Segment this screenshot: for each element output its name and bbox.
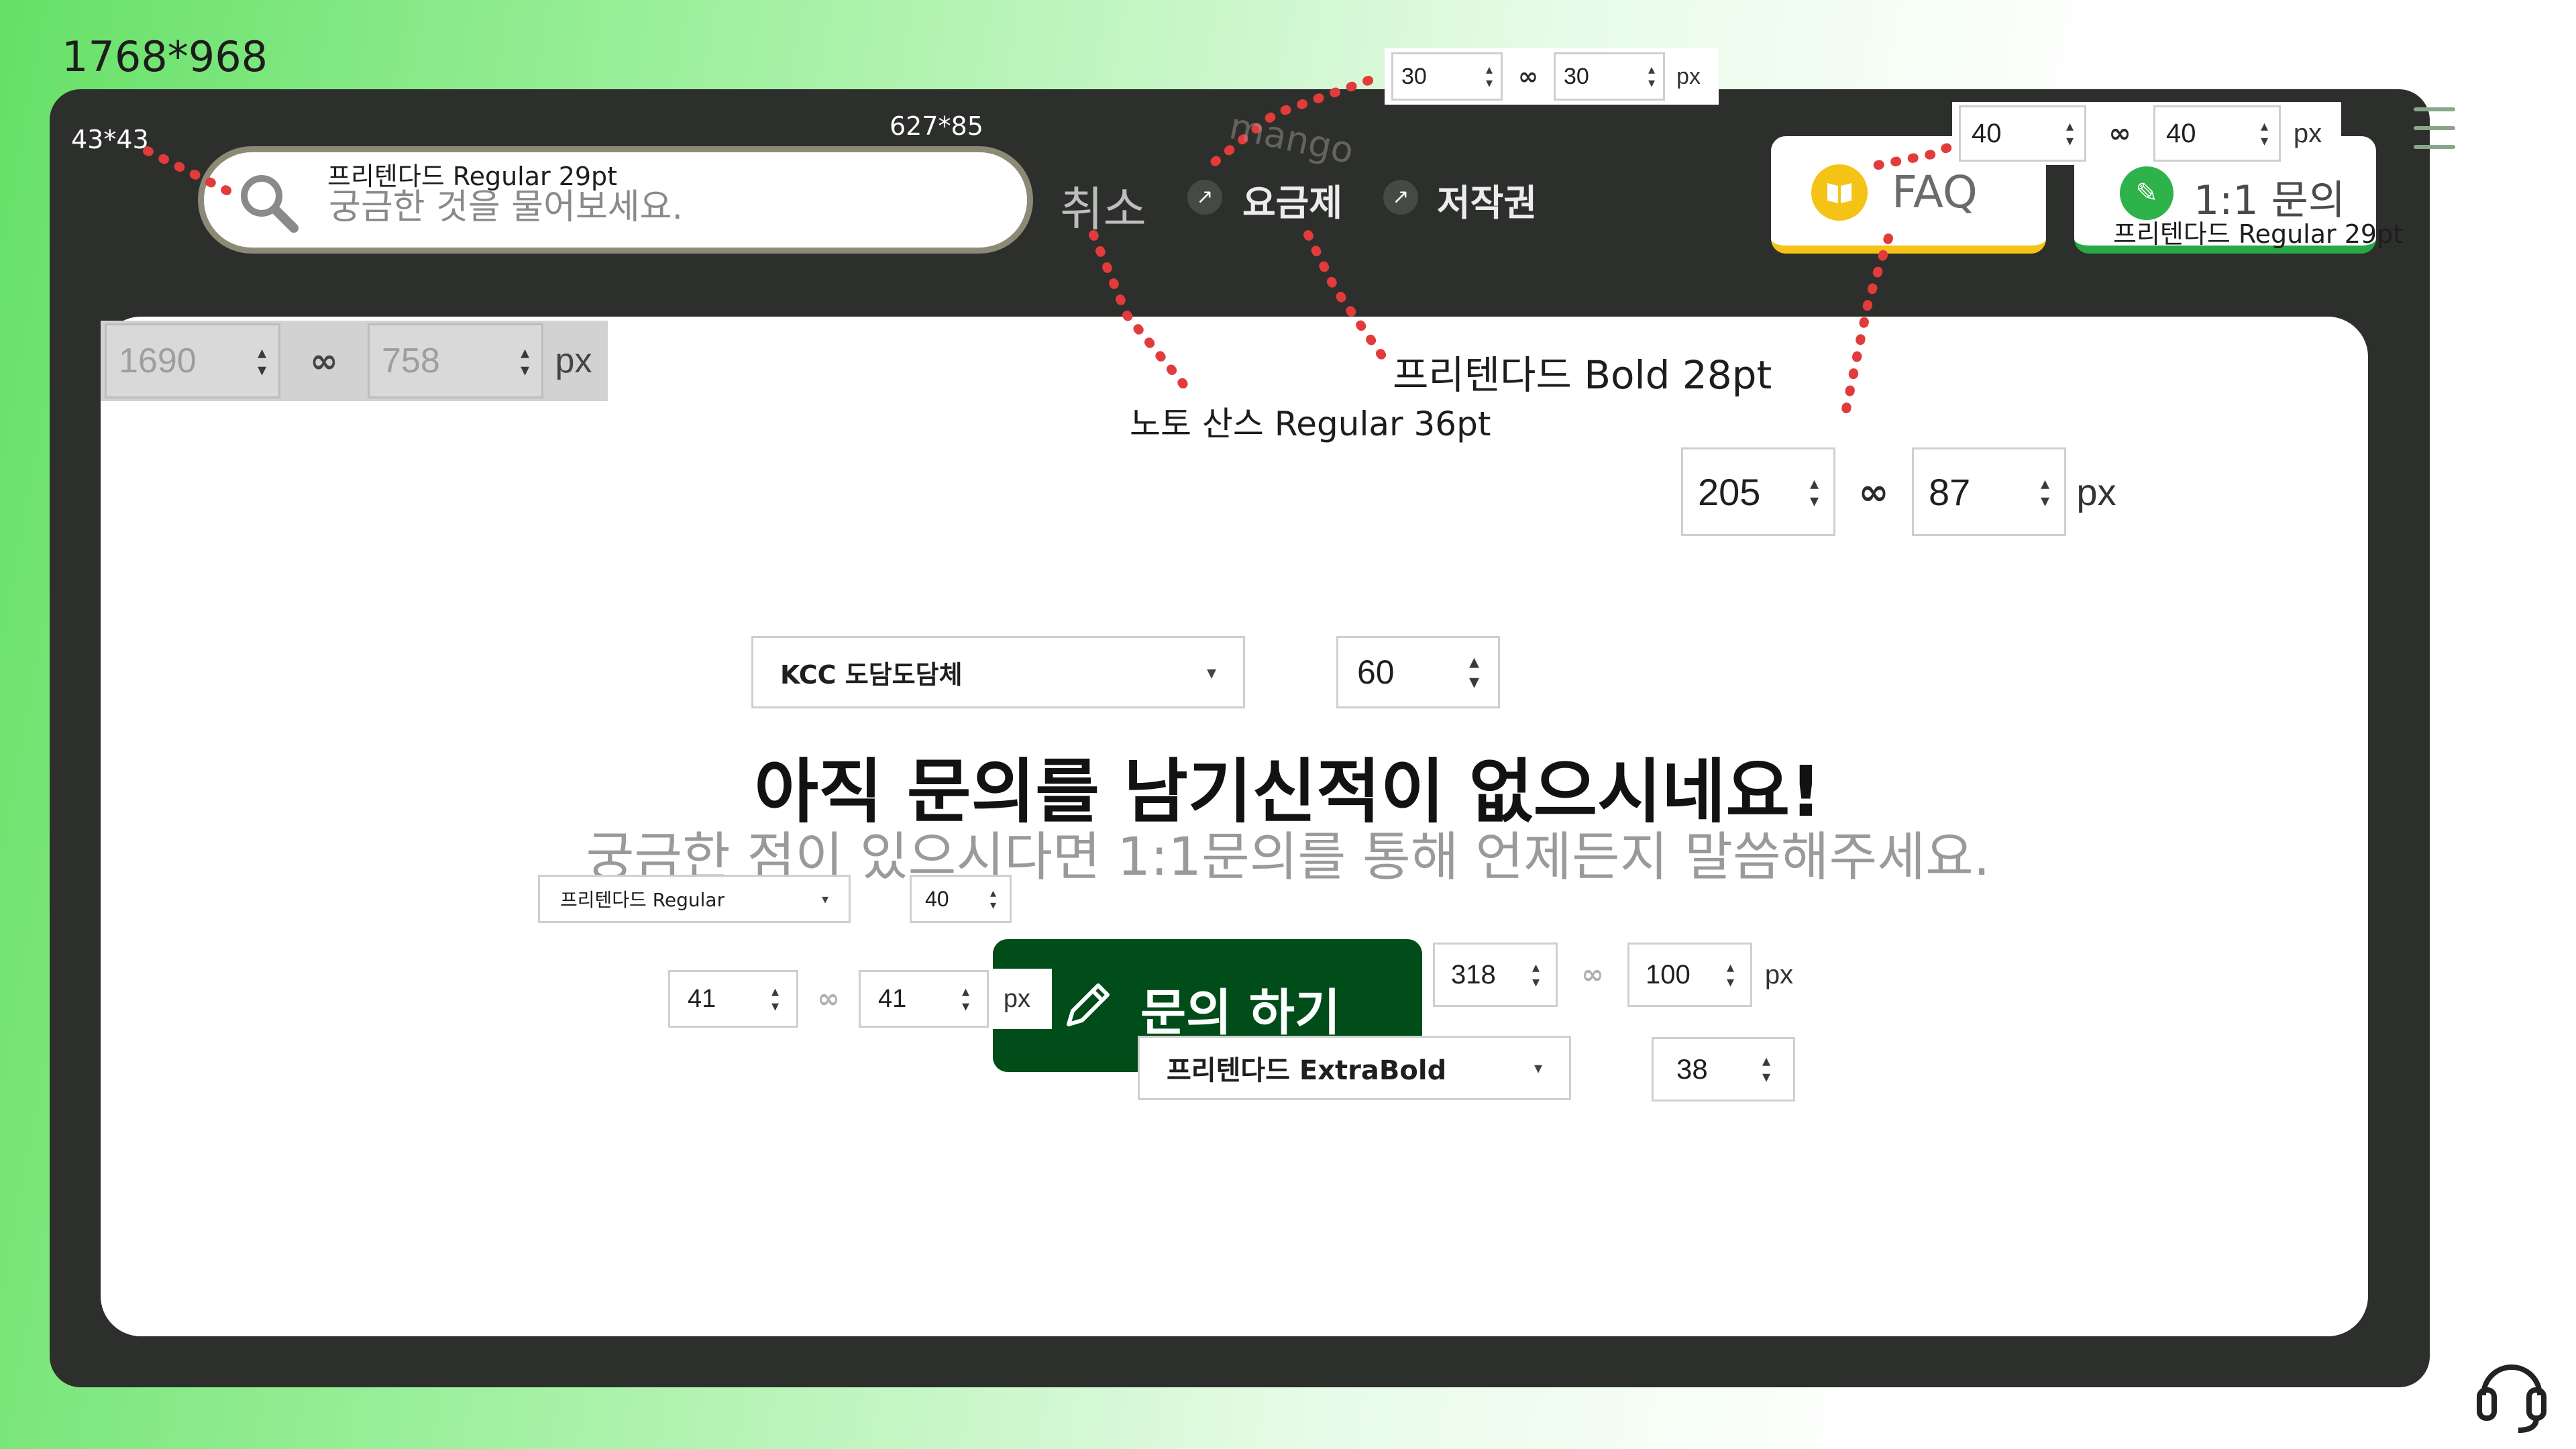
chevron-down-icon: ▾: [1534, 1059, 1542, 1077]
width-spinner[interactable]: 1690 ▴ ▾: [105, 323, 280, 398]
link-icon[interactable]: ∞: [1835, 471, 1912, 513]
height-spinner[interactable]: 41 ▴ ▾: [859, 970, 989, 1028]
link-icon[interactable]: ∞: [2086, 118, 2153, 149]
nav-bold-font-label: 프리텐다드 Bold 28pt: [1393, 352, 1772, 398]
button-font-dropdown[interactable]: 프리텐다드 ExtraBold ▾: [1138, 1036, 1571, 1100]
width-spinner[interactable]: 30 ▴ ▾: [1391, 52, 1503, 101]
link-icon[interactable]: ∞: [798, 983, 859, 1014]
width-spinner[interactable]: 205 ▴ ▾: [1681, 447, 1835, 536]
width-spinner[interactable]: 40 ▴ ▾: [1959, 105, 2086, 162]
height-spinner[interactable]: 87 ▴ ▾: [1912, 447, 2066, 536]
link-icon[interactable]: ∞: [1558, 959, 1627, 990]
unit-label: px: [1676, 63, 1701, 89]
subtitle-font-dropdown[interactable]: 프리텐다드 Regular ▾: [538, 875, 851, 923]
height-spinner[interactable]: 758 ▴ ▾: [368, 323, 543, 398]
link-icon[interactable]: ∞: [280, 341, 368, 380]
nav-font-label: 노토 산스 Regular 36pt: [1130, 405, 1491, 443]
pencil-icon: [1067, 983, 1110, 1026]
chevron-down-icon: ▾: [821, 891, 828, 907]
header-gap-control: 40 ▴ ▾ ∞ 40 ▴ ▾ px: [1952, 102, 2341, 165]
subtitle-font-size-spinner[interactable]: 40 ▴ ▾: [910, 875, 1012, 923]
inquire-button-label: 문의 하기: [1140, 984, 1341, 1042]
headset-icon[interactable]: [2471, 1348, 2552, 1436]
unit-label: px: [555, 341, 592, 380]
icon-box-size-control: 41 ▴ ▾ ∞ 41 ▴ ▾ px: [668, 969, 1052, 1029]
empty-state-subtitle: 궁금한 점이 있으시다면 1:1문의를 통해 언제든지 말씀해주세요.: [586, 827, 1990, 888]
button-size-control: 318 ▴ ▾ ∞ 100 ▴ ▾ px: [1433, 942, 1806, 1008]
svg-text:mango: mango: [1226, 105, 1357, 172]
link-icon[interactable]: ∞: [1503, 63, 1554, 91]
title-font-size-spinner[interactable]: 60 ▴ ▾: [1336, 636, 1500, 708]
unit-label: px: [2293, 118, 2322, 148]
height-spinner[interactable]: 30 ▴ ▾: [1554, 52, 1665, 101]
content-size-control: 1690 ▴ ▾ ∞ 758 ▴ ▾ px: [101, 321, 608, 401]
width-spinner[interactable]: 41 ▴ ▾: [668, 970, 798, 1028]
width-spinner[interactable]: 318 ▴ ▾: [1433, 943, 1558, 1007]
nav-gap-control: 30 ▴ ▾ ∞ 30 ▴ ▾ px: [1385, 48, 1719, 105]
chevron-down-icon: ▾: [1206, 661, 1216, 684]
unit-label: px: [1003, 984, 1031, 1013]
height-spinner[interactable]: 40 ▴ ▾: [2153, 105, 2281, 162]
height-spinner[interactable]: 100 ▴ ▾: [1627, 943, 1752, 1007]
title-font-dropdown[interactable]: KCC 도담도담체 ▾: [751, 636, 1245, 708]
button-font-size-spinner[interactable]: 38 ▴ ▾: [1652, 1037, 1795, 1102]
annotation-guides: mango: [143, 76, 1984, 421]
unit-label: px: [2076, 470, 2116, 513]
header-button-size-control: 205 ▴ ▾ ∞ 87 ▴ ▾ px: [1681, 447, 2127, 537]
unit-label: px: [1764, 959, 1794, 989]
